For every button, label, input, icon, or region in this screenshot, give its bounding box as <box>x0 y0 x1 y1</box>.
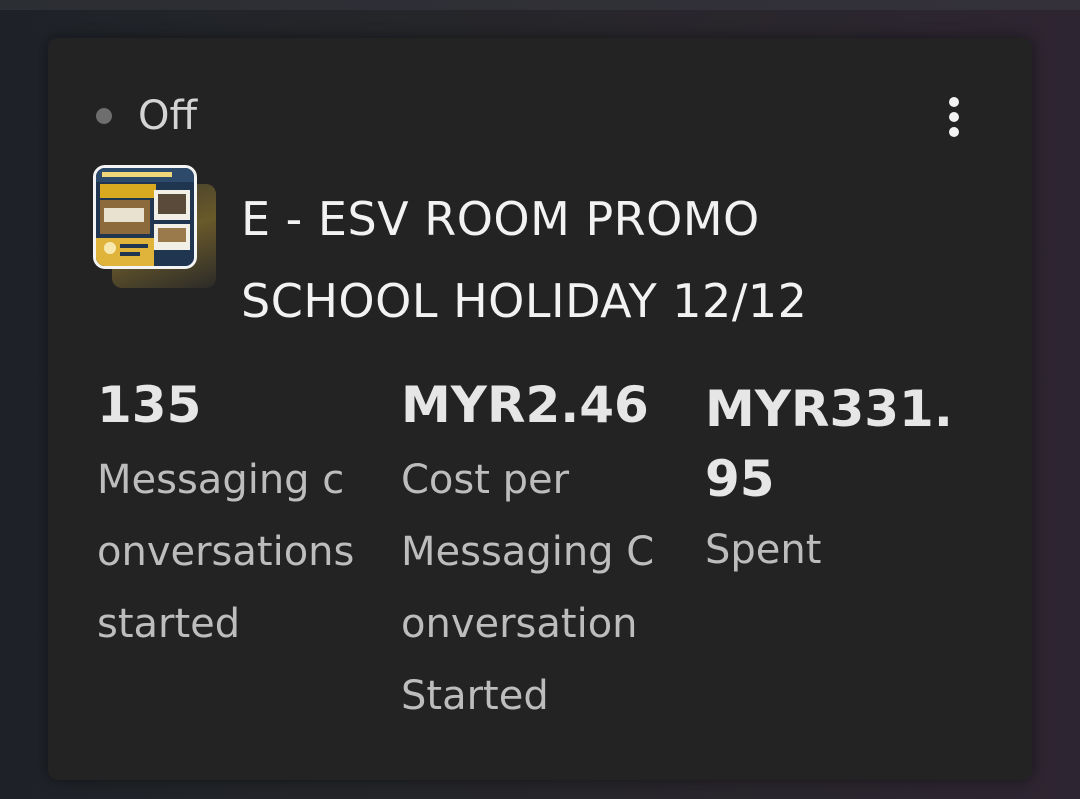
metric-value-line: MYR331. <box>705 380 953 438</box>
thumbnail-image <box>96 168 194 266</box>
metric-label: Messaging c onversations started <box>97 444 387 660</box>
metric-label-line: Started <box>401 673 549 719</box>
campaign-title[interactable]: E - ESV ROOM PROMO SCHOOL HOLIDAY 12/12 <box>241 178 961 342</box>
more-vertical-icon <box>949 97 959 107</box>
metric-value: MYR331. 95 <box>705 374 995 514</box>
metric-value-line: 95 <box>705 450 775 508</box>
top-strip <box>0 0 1080 10</box>
metric-label-line: onversations <box>97 529 355 575</box>
metric-label-line: started <box>97 601 241 647</box>
metric-label-line: Messaging C <box>401 529 655 575</box>
metric-amount-spent: MYR331. 95 Spent <box>705 374 995 586</box>
metric-value: MYR2.46 <box>401 376 649 434</box>
campaign-title-line-1: E - ESV ROOM PROMO <box>241 192 760 246</box>
more-options-button[interactable] <box>934 92 974 142</box>
metric-label-line: onversation <box>401 601 638 647</box>
metric-label-line: Spent <box>705 527 822 573</box>
campaign-title-line-2: SCHOOL HOLIDAY 12/12 <box>241 274 808 328</box>
metric-cost-per-conversation: MYR2.46 Cost per Messaging C onversation… <box>401 374 697 732</box>
ad-creative-thumbnail[interactable] <box>93 165 197 269</box>
status-label: Off <box>138 93 198 139</box>
metric-messaging-conversations: 135 Messaging c onversations started <box>97 374 387 660</box>
metric-label-line: Cost per <box>401 457 570 503</box>
metric-label-line: Messaging c <box>97 457 345 503</box>
status-dot-icon <box>96 108 112 124</box>
metric-label: Spent <box>705 514 995 586</box>
metric-label: Cost per Messaging C onversation Started <box>401 444 697 732</box>
metric-value: 135 <box>97 376 202 434</box>
campaign-status: Off <box>96 94 197 138</box>
